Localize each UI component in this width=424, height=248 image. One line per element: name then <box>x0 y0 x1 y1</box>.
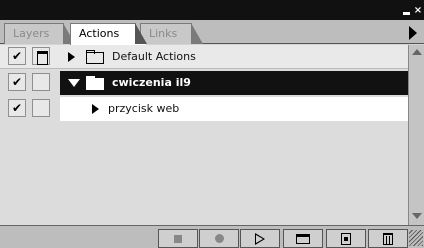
panel-button-bar <box>0 225 424 248</box>
folder-icon <box>86 76 104 90</box>
list-item[interactable]: ✔ Default Actions <box>0 45 408 69</box>
record-icon <box>214 234 224 243</box>
actions-list: ✔ Default Actions ✔ cwiczenia il9 ✔ przy… <box>0 45 408 225</box>
toggle-checkbox[interactable]: ✔ <box>8 73 26 91</box>
trash-icon <box>383 232 393 245</box>
list-item[interactable]: ✔ cwiczenia il9 <box>0 71 408 95</box>
panel-menu-arrow-icon[interactable] <box>409 26 417 40</box>
action-set-row-selected[interactable]: cwiczenia il9 <box>60 71 408 95</box>
scroll-down-icon[interactable] <box>412 213 422 219</box>
scroll-up-icon[interactable] <box>412 49 422 55</box>
dialog-toggle[interactable] <box>32 73 50 91</box>
toggle-checkbox[interactable]: ✔ <box>8 99 26 117</box>
tab-links[interactable]: Links <box>140 23 203 44</box>
vertical-scrollbar[interactable] <box>408 45 424 225</box>
close-icon[interactable]: × <box>413 6 423 16</box>
collapse-triangle-icon[interactable] <box>68 79 80 87</box>
expand-triangle-icon[interactable] <box>92 104 99 114</box>
action-set-row[interactable]: Default Actions <box>60 45 408 69</box>
new-action-icon <box>341 232 351 245</box>
folder-icon <box>86 50 104 64</box>
tab-layers[interactable]: Layers <box>4 23 75 44</box>
resize-grip-icon[interactable] <box>409 230 423 246</box>
play-button[interactable] <box>240 229 280 248</box>
new-set-icon <box>296 233 310 244</box>
toggle-checkbox[interactable]: ✔ <box>8 47 26 65</box>
stop-icon <box>174 234 182 243</box>
panel-titlebar: × <box>0 0 424 20</box>
action-label: przycisk web <box>108 102 180 115</box>
tab-actions[interactable]: Actions <box>70 23 147 45</box>
action-set-label: cwiczenia il9 <box>112 76 191 89</box>
action-row[interactable]: przycisk web <box>60 97 408 121</box>
action-set-label: Default Actions <box>112 50 196 63</box>
delete-button[interactable] <box>368 229 408 248</box>
minimize-icon[interactable] <box>401 6 411 16</box>
new-action-button[interactable] <box>326 229 366 248</box>
dialog-toggle[interactable] <box>32 99 50 117</box>
play-icon <box>255 232 265 245</box>
new-set-button[interactable] <box>283 229 323 248</box>
tab-bar: Layers Links Actions <box>0 20 424 45</box>
expand-triangle-icon[interactable] <box>68 52 75 62</box>
dialog-toggle[interactable] <box>32 47 50 65</box>
stop-button[interactable] <box>158 229 198 248</box>
record-button[interactable] <box>199 229 239 248</box>
list-item[interactable]: ✔ przycisk web <box>0 97 408 121</box>
